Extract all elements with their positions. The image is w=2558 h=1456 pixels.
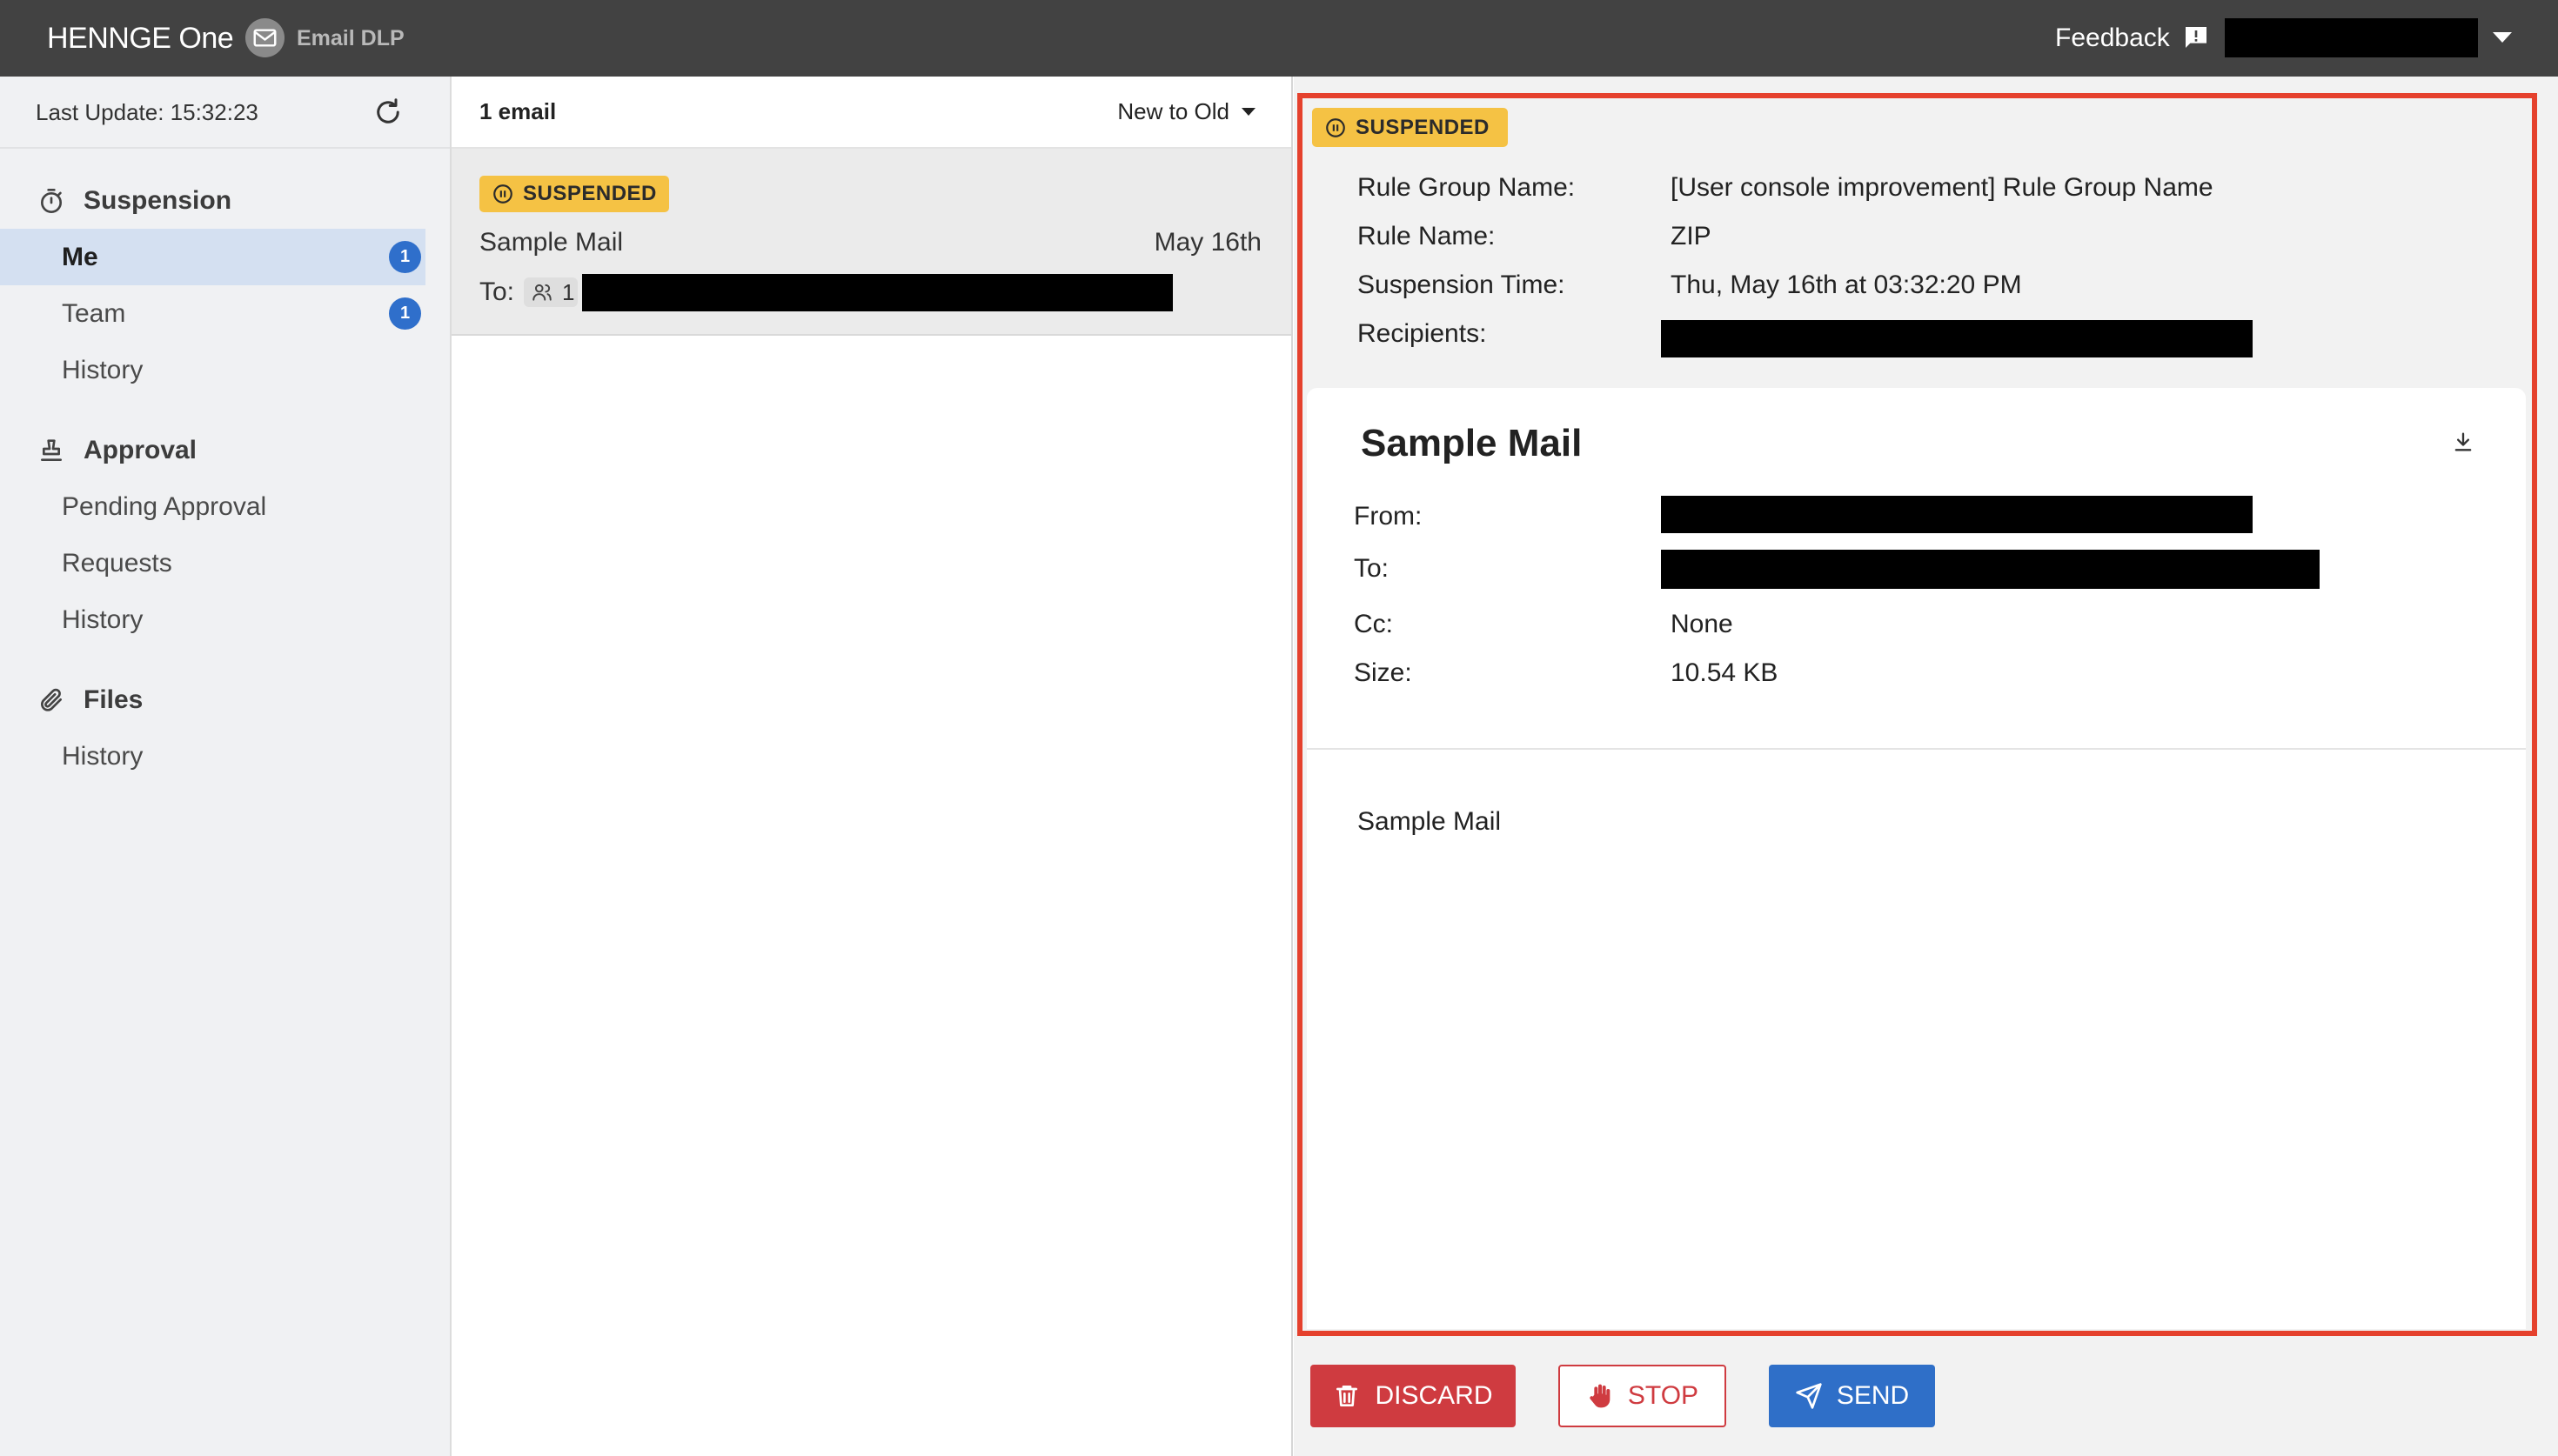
size-label: Size: [1354,658,1412,687]
feedback-link[interactable]: Feedback [2055,19,2170,57]
sidebar-item-label: Requests [62,549,172,578]
email-to-label: To: [479,277,515,306]
sidebar-item-suspension-team[interactable]: Team 1 [0,285,425,342]
sidebar-item-label: Team [62,299,126,328]
rule-name-label: Rule Name: [1357,222,1496,250]
stop-button[interactable]: STOP [1558,1365,1726,1427]
nav-section-suspension: Suspension Me 1 Team 1 History [0,149,450,398]
mail-icon [244,17,285,58]
nav-header-files: Files [0,672,450,728]
discard-button[interactable]: DISCARD [1310,1365,1516,1427]
discard-label: DISCARD [1375,1381,1493,1410]
count-badge: 1 [389,297,421,330]
sidebar-item-suspension-me[interactable]: Me 1 [0,229,425,285]
download-icon[interactable] [2451,430,2475,454]
sidebar-item-label: Me [62,243,98,271]
nav-header-title: Suspension [84,186,232,215]
size-value: 10.54 KB [1671,658,1778,687]
brand-logo[interactable]: HENNGE One [47,19,234,57]
recipients-label: Recipients: [1357,319,1487,348]
paper-plane-icon [1796,1383,1822,1409]
email-detail-panel: SUSPENDED Rule Group Name: [User console… [1294,77,2558,1456]
from-label: From: [1354,502,1423,531]
status-text: SUSPENDED [1356,115,1490,139]
sidebar-item-approval-history[interactable]: History [0,591,425,648]
sidebar-item-files-history[interactable]: History [0,728,425,785]
rule-name-value: ZIP [1671,222,1711,250]
message-subject: Sample Mail [1361,422,1583,464]
sidebar-item-suspension-history[interactable]: History [0,342,425,398]
recipients-redacted [1661,320,2253,357]
stamp-icon [41,439,62,461]
nav-section-files: Files History [0,648,450,785]
pause-circle-icon [1326,117,1345,137]
caret-down-icon [1242,108,1256,116]
last-update-bar: Last Update: 15:32:23 [0,77,450,149]
caret-down-icon[interactable] [2493,32,2512,43]
sidebar-item-label: Pending Approval [62,492,267,521]
sidebar-item-label: History [62,605,144,634]
email-list-header: 1 email New to Old [452,77,1291,149]
sidebar-item-label: History [62,742,144,771]
trash-icon [1336,1386,1358,1406]
sort-label: New to Old [1117,98,1229,124]
sidebar-item-pending-approval[interactable]: Pending Approval [0,478,425,535]
recipient-count: 1 [562,279,575,305]
divider [1307,748,2526,750]
to-redacted [1661,550,2320,589]
refresh-icon[interactable] [372,97,404,128]
recipients-redacted [582,274,1173,311]
people-icon [532,284,552,301]
email-list-item[interactable]: SUSPENDED Sample Mail May 16th To: 1 [452,149,1291,336]
message-card: Sample Mail From: To: Cc: None Size: 10.… [1307,388,2526,1329]
timer-icon [41,189,62,213]
sidebar-item-label: History [62,356,144,384]
nav-header-title: Approval [84,436,198,464]
status-text: SUSPENDED [523,182,657,205]
hand-icon [1590,1384,1610,1408]
sidebar-item-requests[interactable]: Requests [0,535,425,591]
cc-value: None [1671,610,1733,638]
email-count: 1 email [479,98,557,124]
rule-group-name-value: [User console improvement] Rule Group Na… [1671,173,2213,202]
feedback-icon[interactable] [2182,23,2210,51]
top-bar: HENNGE One Email DLP Feedback [0,0,2558,77]
nav-header-approval: Approval [0,423,450,478]
to-label: To: [1354,554,1389,583]
from-redacted [1661,496,2253,533]
suspension-time-value: Thu, May 16th at 03:32:20 PM [1671,270,2022,299]
sort-dropdown[interactable]: New to Old [1117,77,1256,147]
last-update-text: Last Update: 15:32:23 [36,99,258,125]
sidebar: Last Update: 15:32:23 Suspension Me 1 Te… [0,77,452,1456]
email-date: May 16th [1154,228,1262,257]
email-list-panel: 1 email New to Old SUSPENDED Sample Mail… [452,77,1293,1456]
recipient-count-pill: 1 [524,277,578,307]
nav-header-suspension: Suspension [0,173,450,229]
suspension-time-label: Suspension Time: [1357,270,1565,299]
nav-header-title: Files [84,685,144,714]
email-subject: Sample Mail [479,228,624,257]
account-name-redacted[interactable] [2225,18,2478,57]
send-button[interactable]: SEND [1769,1365,1935,1427]
pause-circle-icon [493,184,512,204]
cc-label: Cc: [1354,610,1393,638]
send-label: SEND [1836,1381,1910,1410]
suspended-badge: SUSPENDED [1312,108,1508,147]
product-name: Email DLP [297,26,405,50]
rule-group-name-label: Rule Group Name: [1357,173,1576,202]
paperclip-icon [41,688,62,711]
message-body: Sample Mail [1357,807,1502,836]
suspended-badge: SUSPENDED [479,176,669,212]
nav-section-approval: Approval Pending Approval Requests Histo… [0,398,450,648]
count-badge: 1 [389,241,421,273]
stop-label: STOP [1627,1381,1699,1410]
